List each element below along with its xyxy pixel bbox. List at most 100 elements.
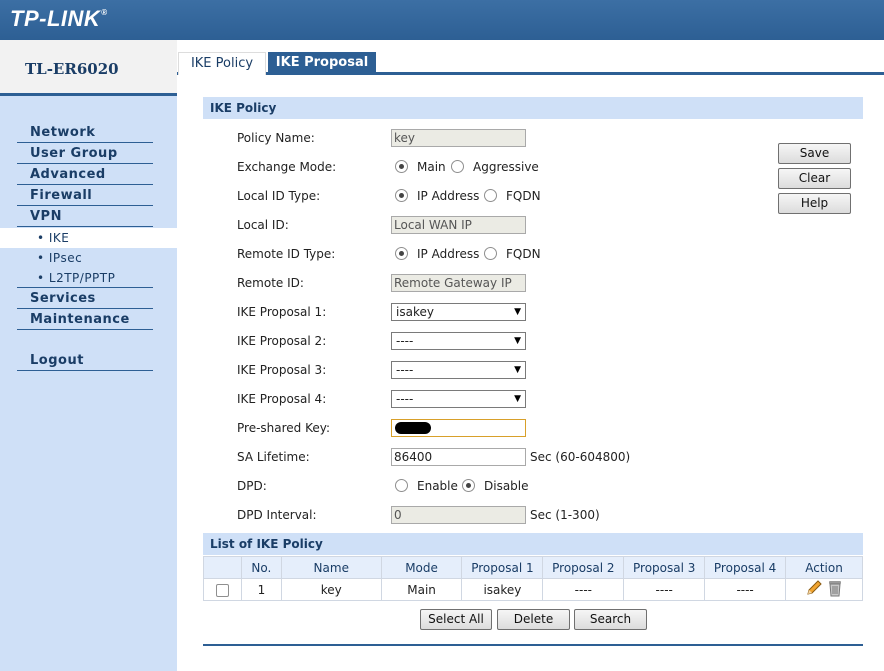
dpd-enable-label: Enable: [417, 479, 458, 493]
model-name: TL-ER6020: [25, 60, 119, 78]
col-proposal1-header: Proposal 1: [461, 556, 544, 579]
policy-name-input[interactable]: key: [391, 129, 526, 147]
ike-proposal-3-value: ----: [396, 363, 414, 377]
ike-proposal-2-value: ----: [396, 334, 414, 348]
table-row: 1 key Main isakey ---- ---- ----: [203, 578, 863, 601]
policy-name-label: Policy Name:: [237, 131, 315, 145]
local-id-input[interactable]: Local WAN IP: [391, 216, 526, 234]
dropdown-arrow-icon: ▼: [514, 307, 521, 317]
sa-lifetime-input[interactable]: 86400: [391, 448, 526, 466]
exchange-mode-main-label: Main: [417, 160, 446, 174]
dpd-interval-input[interactable]: 0: [391, 506, 526, 524]
exchange-mode-label: Exchange Mode:: [237, 160, 337, 174]
trash-icon[interactable]: [827, 579, 843, 600]
dropdown-arrow-icon: ▼: [514, 394, 521, 404]
sidebar-item-user-group[interactable]: User Group: [17, 144, 153, 164]
tab-ike-policy[interactable]: IKE Policy: [178, 52, 266, 75]
sidebar-item-services[interactable]: Services: [17, 289, 153, 309]
local-id-type-ip-label: IP Address: [417, 189, 480, 203]
local-id-type-label: Local ID Type:: [237, 189, 321, 203]
tab-ike-proposal[interactable]: IKE Proposal: [268, 52, 376, 74]
ike-proposal-4-select[interactable]: ---- ▼: [391, 390, 526, 408]
row-no: 1: [240, 578, 282, 601]
pencil-icon[interactable]: [805, 579, 823, 600]
row-proposal4: ----: [704, 578, 787, 601]
ike-proposal-3-select[interactable]: ---- ▼: [391, 361, 526, 379]
col-proposal2-header: Proposal 2: [542, 556, 625, 579]
sa-lifetime-label: SA Lifetime:: [237, 450, 310, 464]
remote-id-input[interactable]: Remote Gateway IP: [391, 274, 526, 292]
app-window: TP-LINK® TL-ER6020 Network User Group Ad…: [0, 0, 884, 671]
dpd-enable-radio[interactable]: [395, 479, 408, 492]
local-id-label: Local ID:: [237, 218, 289, 232]
sa-lifetime-hint: Sec (60-604800): [530, 450, 631, 464]
pre-shared-key-input[interactable]: [391, 419, 526, 437]
top-banner: TP-LINK®: [0, 0, 884, 40]
table-header-row: No. Name Mode Proposal 1 Proposal 2 Prop…: [203, 556, 863, 579]
bottom-divider: [203, 644, 863, 646]
sidebar-item-logout[interactable]: Logout: [17, 351, 153, 371]
dpd-interval-hint: Sec (1-300): [530, 508, 600, 522]
col-proposal3-header: Proposal 3: [623, 556, 706, 579]
sidebar-item-vpn[interactable]: VPN: [17, 207, 153, 227]
local-id-type-fqdn-label: FQDN: [506, 189, 541, 203]
exchange-mode-main-radio[interactable]: [395, 160, 408, 173]
sidebar-subitem-l2tp-pptp[interactable]: • L2TP/PPTP: [17, 268, 153, 288]
row-name: key: [280, 578, 382, 601]
ike-proposal-2-select[interactable]: ---- ▼: [391, 332, 526, 350]
local-id-type-fqdn-radio[interactable]: [484, 189, 497, 202]
remote-id-type-ip-label: IP Address: [417, 247, 480, 261]
search-button[interactable]: Search: [574, 609, 647, 630]
remote-id-type-ip-radio[interactable]: [395, 247, 408, 260]
select-all-button[interactable]: Select All: [420, 609, 492, 630]
row-checkbox[interactable]: [215, 583, 229, 597]
row-action-cell: [785, 578, 863, 601]
delete-button[interactable]: Delete: [497, 609, 570, 630]
exchange-mode-aggressive-radio[interactable]: [451, 160, 464, 173]
ike-proposal-4-label: IKE Proposal 4:: [237, 392, 327, 406]
sidebar-item-firewall[interactable]: Firewall: [17, 186, 153, 206]
col-mode-header: Mode: [380, 556, 463, 579]
dropdown-arrow-icon: ▼: [514, 365, 521, 375]
ike-proposal-1-select[interactable]: isakey ▼: [391, 303, 526, 321]
remote-id-type-fqdn-label: FQDN: [506, 247, 541, 261]
row-proposal1: isakey: [461, 578, 544, 601]
exchange-mode-aggressive-label: Aggressive: [473, 160, 539, 174]
row-proposal2: ----: [542, 578, 625, 601]
remote-id-type-fqdn-radio[interactable]: [484, 247, 497, 260]
ike-policy-list-header: List of IKE Policy: [203, 533, 863, 555]
ike-policy-section-header: IKE Policy: [203, 97, 863, 119]
col-no-header: No.: [240, 556, 282, 579]
col-select-header: [203, 556, 242, 579]
col-name-header: Name: [280, 556, 382, 579]
col-proposal4-header: Proposal 4: [704, 556, 787, 579]
dropdown-arrow-icon: ▼: [514, 336, 521, 346]
tp-link-logo: TP-LINK®: [10, 6, 108, 31]
ike-proposal-2-label: IKE Proposal 2:: [237, 334, 327, 348]
ike-proposal-1-label: IKE Proposal 1:: [237, 305, 327, 319]
row-proposal3: ----: [623, 578, 706, 601]
dpd-interval-label: DPD Interval:: [237, 508, 317, 522]
ike-proposal-3-label: IKE Proposal 3:: [237, 363, 327, 377]
clear-button[interactable]: Clear: [778, 168, 851, 189]
pre-shared-key-label: Pre-shared Key:: [237, 421, 331, 435]
help-button[interactable]: Help: [778, 193, 851, 214]
sidebar-subitem-ipsec[interactable]: • IPsec: [17, 248, 153, 268]
save-button[interactable]: Save: [778, 143, 851, 164]
remote-id-label: Remote ID:: [237, 276, 304, 290]
local-id-type-ip-radio[interactable]: [395, 189, 408, 202]
dpd-label: DPD:: [237, 479, 267, 493]
ike-proposal-4-value: ----: [396, 392, 414, 406]
row-mode: Main: [380, 578, 463, 601]
sidebar-subitem-ike[interactable]: • IKE: [0, 228, 177, 248]
dpd-disable-radio[interactable]: [462, 479, 475, 492]
sidebar-item-maintenance[interactable]: Maintenance: [17, 310, 153, 330]
ike-proposal-1-value: isakey: [396, 305, 434, 319]
sidebar-item-advanced[interactable]: Advanced: [17, 165, 153, 185]
model-box: TL-ER6020: [0, 40, 177, 96]
dpd-disable-label: Disable: [484, 479, 529, 493]
col-action-header: Action: [785, 556, 863, 579]
ike-policy-table: No. Name Mode Proposal 1 Proposal 2 Prop…: [203, 556, 863, 601]
row-select-cell: [203, 578, 242, 601]
sidebar-item-network[interactable]: Network: [17, 123, 153, 143]
